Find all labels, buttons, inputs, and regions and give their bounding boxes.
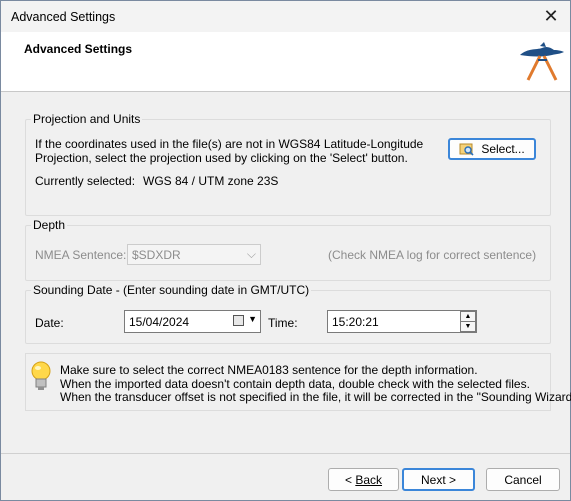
chevron-down-icon: ⌵ <box>246 247 256 261</box>
date-label: Date: <box>35 316 64 330</box>
date-picker[interactable]: 15/04/2024 ▼ <box>124 310 261 333</box>
projection-group-label: Projection and Units <box>31 112 143 126</box>
nmea-sentence-value: $SDXDR <box>132 248 181 262</box>
chevron-down-icon[interactable]: ▼ <box>248 314 257 324</box>
select-button-label: Select... <box>481 142 525 156</box>
tip-box: Make sure to select the correct NMEA0183… <box>25 353 571 411</box>
footer-divider <box>1 453 570 454</box>
currently-selected-label: Currently selected: <box>35 174 136 188</box>
depth-group-label: Depth <box>31 218 68 232</box>
next-button[interactable]: Next > <box>402 468 475 491</box>
advanced-settings-dialog: Advanced Settings ✕ Advanced Settings Pr… <box>0 0 571 501</box>
nmea-hint: (Check NMEA log for correct sentence) <box>328 248 537 262</box>
time-value: 15:20:21 <box>332 315 379 329</box>
tip-line3: When the transducer offset is not specif… <box>60 390 571 404</box>
time-input[interactable]: 15:20:21 <box>327 310 477 333</box>
header-title: Advanced Settings <box>24 42 133 56</box>
tip-line2: When the imported data doesn't contain d… <box>60 377 530 391</box>
time-label: Time: <box>268 316 298 330</box>
calendar-icon[interactable] <box>233 315 244 326</box>
cancel-label: Cancel <box>504 472 542 487</box>
boat-anchor-logo <box>520 42 564 81</box>
close-icon[interactable]: ✕ <box>538 3 564 29</box>
lightbulb-icon <box>31 361 51 390</box>
currently-selected-value: WGS 84 / UTM zone 23S <box>143 174 279 188</box>
title-bar: Advanced Settings ✕ <box>1 1 570 32</box>
nmea-sentence-label: NMEA Sentence: <box>35 248 127 262</box>
select-projection-button[interactable]: Select... <box>448 138 536 160</box>
next-label: Next > <box>420 472 456 487</box>
nmea-sentence-select[interactable]: $SDXDR ⌵ <box>127 244 261 265</box>
window-title: Advanced Settings <box>11 10 116 24</box>
back-button[interactable]: < Back <box>328 468 399 491</box>
globe-search-icon <box>459 143 474 156</box>
date-value: 15/04/2024 <box>129 315 190 329</box>
dialog-header: Advanced Settings <box>1 32 570 92</box>
back-label: Back <box>355 472 383 487</box>
projection-description-line1: If the coordinates used in the file(s) a… <box>35 137 424 151</box>
cancel-button[interactable]: Cancel <box>486 468 560 491</box>
projection-group <box>25 119 551 216</box>
back-prefix: < <box>344 472 356 487</box>
tip-line1: Make sure to select the correct NMEA0183… <box>60 363 478 377</box>
projection-description-line2: Projection, select the projection used b… <box>35 151 408 165</box>
time-spin-down[interactable]: ▼ <box>460 321 476 332</box>
sounding-date-group-label: Sounding Date - (Enter sounding date in … <box>31 283 312 297</box>
